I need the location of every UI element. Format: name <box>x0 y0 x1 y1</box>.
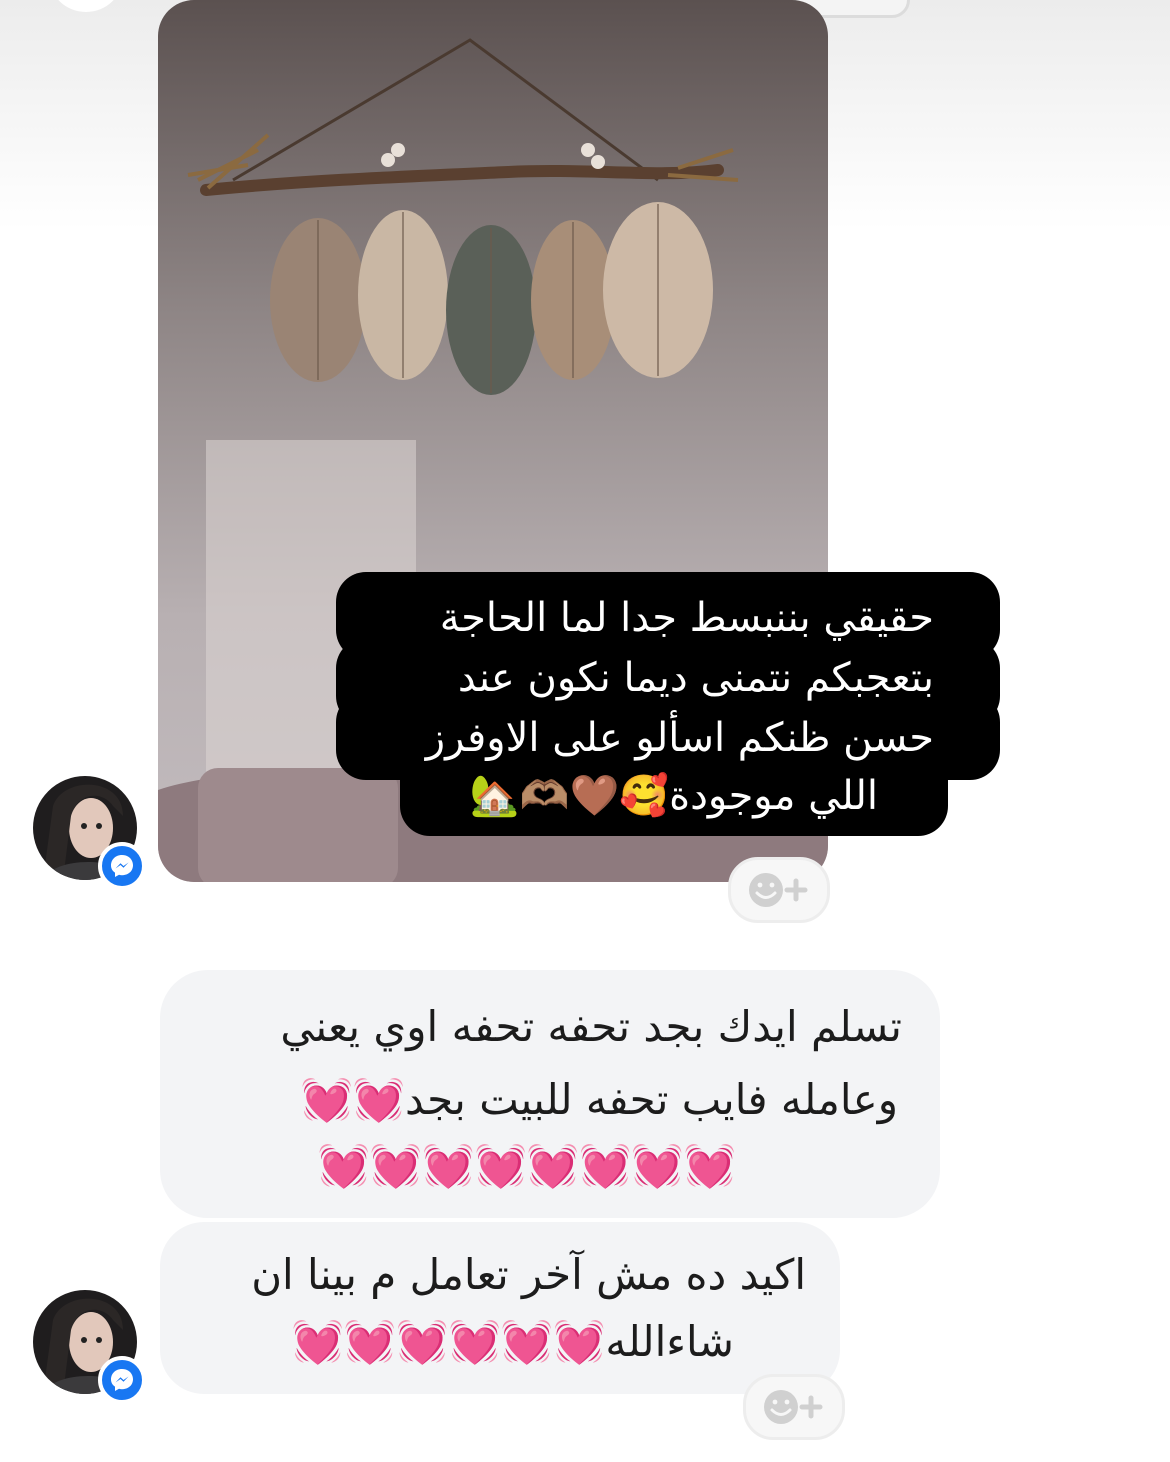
message-1-line-1: تسلم ايدك بجد تحفه تحفه اوي يعني <box>280 1002 902 1051</box>
message-1-line-3: 💓💓💓💓💓💓💓💓 <box>317 1141 736 1190</box>
message-1-line-2: وعامله فايب تحفه للبيت بجد💓💓 <box>300 1075 898 1124</box>
messenger-icon <box>98 842 146 890</box>
add-reaction-button[interactable] <box>728 857 830 923</box>
add-reaction-button[interactable] <box>743 1374 845 1440</box>
messenger-icon <box>98 1356 146 1404</box>
add-reaction-icon <box>749 873 808 907</box>
add-reaction-icon <box>764 1390 823 1424</box>
message-2-line-1: اكيد ده مش آخر تعامل م بينا ان <box>251 1250 806 1299</box>
message-2-line-2: شاءالله💓💓💓💓💓💓 <box>291 1317 734 1366</box>
photo-attachment[interactable] <box>158 0 828 882</box>
